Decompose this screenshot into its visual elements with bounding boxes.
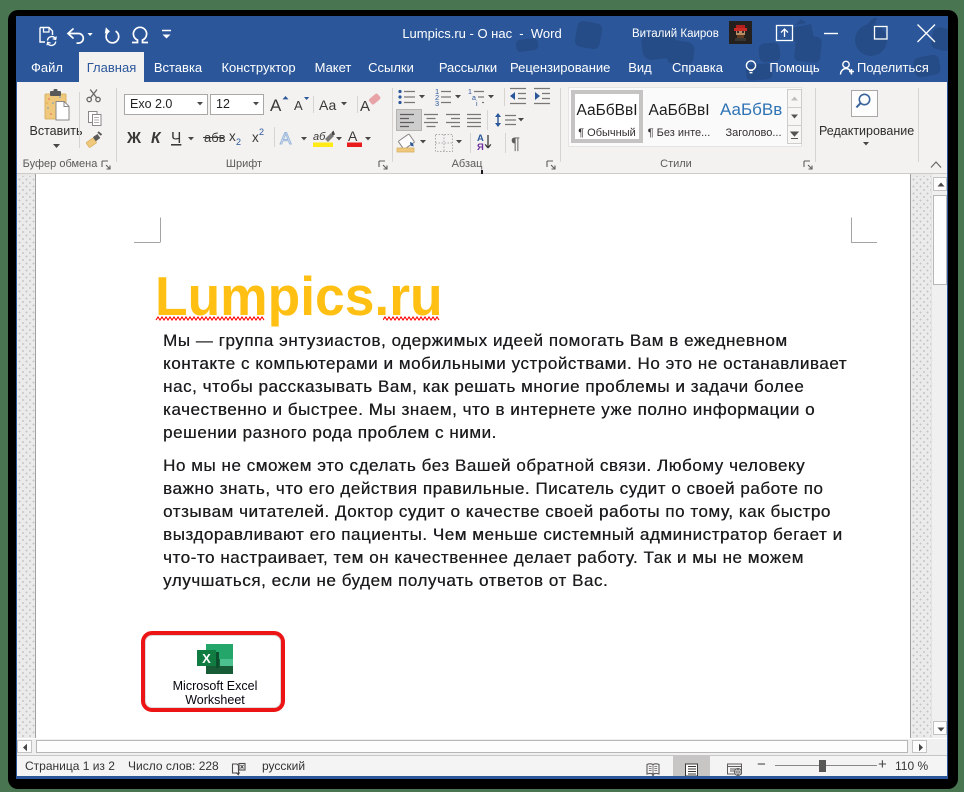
svg-text:А: А	[360, 98, 370, 115]
svg-text:Аа: Аа	[319, 97, 336, 113]
svg-text:2: 2	[236, 137, 241, 147]
svg-text:i: i	[476, 101, 478, 108]
svg-text:х: х	[229, 129, 236, 144]
svg-text:А: А	[270, 96, 282, 115]
svg-text:Я: Я	[477, 142, 484, 153]
svg-text:х: х	[252, 130, 259, 145]
svg-text:А: А	[280, 129, 292, 148]
svg-text:А: А	[348, 128, 358, 144]
svg-text:3: 3	[435, 99, 439, 108]
svg-text:X: X	[202, 651, 211, 666]
svg-text:Ж: Ж	[126, 130, 142, 147]
svg-text:Ч: Ч	[171, 130, 181, 147]
svg-text:2: 2	[259, 127, 264, 137]
svg-text:К: К	[151, 130, 162, 147]
svg-text:¶: ¶	[511, 134, 520, 153]
svg-text:А: А	[294, 98, 303, 113]
svg-text:аб: аб	[313, 131, 326, 143]
